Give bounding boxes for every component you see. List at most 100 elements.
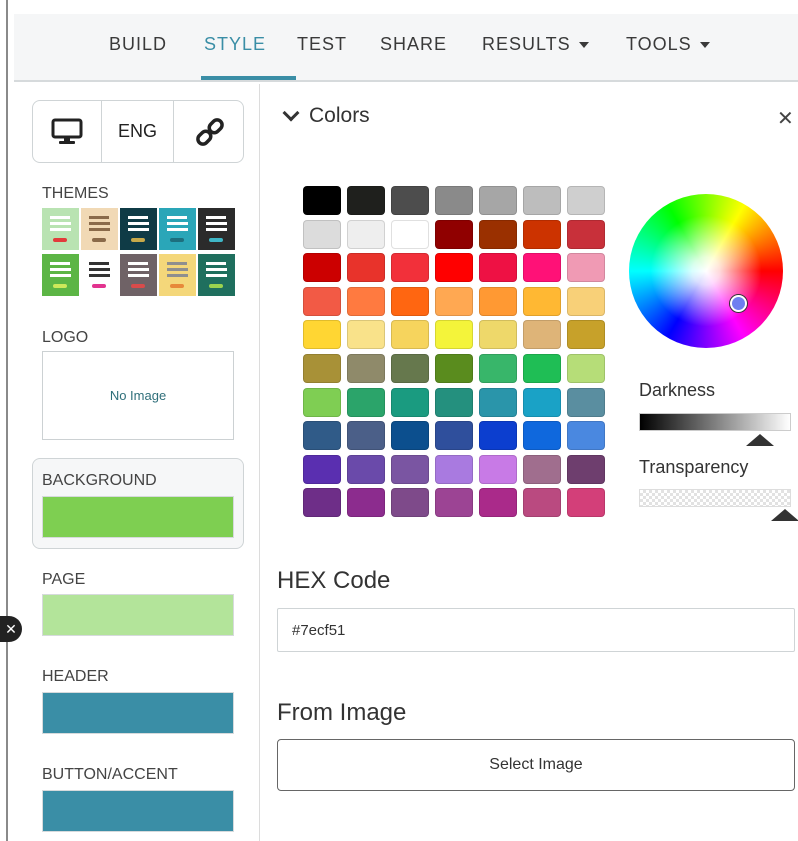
palette-swatch[interactable] <box>303 186 341 215</box>
palette-swatch[interactable] <box>303 354 341 383</box>
palette-swatch[interactable] <box>303 488 341 518</box>
palette-swatch[interactable] <box>479 387 517 417</box>
palette-swatch[interactable] <box>347 488 385 518</box>
nav-test[interactable]: TEST <box>297 34 347 55</box>
palette-swatch[interactable] <box>567 488 605 518</box>
theme-option[interactable] <box>81 254 118 296</box>
palette-swatch[interactable] <box>391 286 429 316</box>
nav-style[interactable]: STYLE <box>204 34 266 55</box>
theme-option[interactable] <box>159 208 196 250</box>
palette-swatch[interactable] <box>435 387 473 417</box>
palette-swatch[interactable] <box>391 253 429 283</box>
palette-swatch[interactable] <box>567 186 605 215</box>
header-swatch[interactable] <box>42 692 234 734</box>
language-button[interactable]: ENG <box>101 101 173 162</box>
theme-option[interactable] <box>159 254 196 296</box>
palette-swatch[interactable] <box>567 387 605 417</box>
palette-swatch[interactable] <box>479 286 517 316</box>
background-swatch[interactable] <box>42 496 234 538</box>
palette-swatch[interactable] <box>435 219 473 249</box>
palette-swatch[interactable] <box>303 421 341 451</box>
palette-swatch[interactable] <box>391 354 429 383</box>
palette-swatch[interactable] <box>479 421 517 451</box>
palette-swatch[interactable] <box>303 286 341 316</box>
palette-swatch[interactable] <box>391 454 429 484</box>
theme-option[interactable] <box>42 208 79 250</box>
palette-swatch[interactable] <box>435 454 473 484</box>
theme-option[interactable] <box>42 254 79 296</box>
nav-results[interactable]: RESULTS <box>482 34 589 55</box>
nav-tools[interactable]: TOOLS <box>626 34 710 55</box>
palette-swatch[interactable] <box>567 286 605 316</box>
palette-swatch[interactable] <box>303 253 341 283</box>
theme-option[interactable] <box>120 208 157 250</box>
transparency-slider[interactable] <box>639 489 791 507</box>
palette-swatch[interactable] <box>347 320 385 350</box>
palette-swatch[interactable] <box>479 488 517 518</box>
palette-swatch[interactable] <box>435 320 473 350</box>
palette-swatch[interactable] <box>435 354 473 383</box>
theme-option[interactable] <box>198 208 235 250</box>
palette-swatch[interactable] <box>479 320 517 350</box>
select-image-button[interactable]: Select Image <box>277 739 795 791</box>
button-accent-swatch[interactable] <box>42 790 234 832</box>
palette-swatch[interactable] <box>435 186 473 215</box>
hex-code-input[interactable] <box>277 608 795 652</box>
palette-swatch[interactable] <box>347 286 385 316</box>
palette-swatch[interactable] <box>347 186 385 215</box>
link-button[interactable] <box>173 101 243 162</box>
palette-swatch[interactable] <box>479 219 517 249</box>
palette-swatch[interactable] <box>347 219 385 249</box>
palette-swatch[interactable] <box>567 219 605 249</box>
palette-swatch[interactable] <box>523 488 561 518</box>
palette-swatch[interactable] <box>567 354 605 383</box>
palette-swatch[interactable] <box>303 219 341 249</box>
theme-option[interactable] <box>198 254 235 296</box>
palette-swatch[interactable] <box>435 286 473 316</box>
palette-swatch[interactable] <box>523 320 561 350</box>
color-wheel[interactable] <box>629 194 783 348</box>
logo-upload-area[interactable]: No Image <box>42 351 234 440</box>
palette-swatch[interactable] <box>523 354 561 383</box>
colors-section-toggle[interactable]: Colors <box>282 104 370 128</box>
palette-swatch[interactable] <box>391 421 429 451</box>
palette-swatch[interactable] <box>391 320 429 350</box>
device-preview-button[interactable] <box>33 101 101 162</box>
palette-swatch[interactable] <box>303 320 341 350</box>
palette-swatch[interactable] <box>303 387 341 417</box>
palette-swatch[interactable] <box>391 219 429 249</box>
palette-swatch[interactable] <box>347 421 385 451</box>
palette-swatch[interactable] <box>303 454 341 484</box>
palette-swatch[interactable] <box>523 253 561 283</box>
close-panel-button[interactable]: ✕ <box>777 106 794 131</box>
page-swatch[interactable] <box>42 594 234 636</box>
palette-swatch[interactable] <box>347 387 385 417</box>
palette-swatch[interactable] <box>435 253 473 283</box>
palette-swatch[interactable] <box>523 421 561 451</box>
palette-swatch[interactable] <box>523 387 561 417</box>
theme-option[interactable] <box>81 208 118 250</box>
darkness-slider-handle[interactable] <box>746 434 774 446</box>
palette-swatch[interactable] <box>479 186 517 215</box>
palette-swatch[interactable] <box>479 354 517 383</box>
palette-swatch[interactable] <box>523 286 561 316</box>
color-wheel-handle[interactable] <box>730 295 747 312</box>
palette-swatch[interactable] <box>523 454 561 484</box>
palette-swatch[interactable] <box>435 421 473 451</box>
palette-swatch[interactable] <box>479 253 517 283</box>
palette-swatch[interactable] <box>567 320 605 350</box>
palette-swatch[interactable] <box>435 488 473 518</box>
palette-swatch[interactable] <box>567 421 605 451</box>
nav-share[interactable]: SHARE <box>380 34 447 55</box>
darkness-slider[interactable] <box>639 413 791 431</box>
nav-build[interactable]: BUILD <box>109 34 167 55</box>
palette-swatch[interactable] <box>391 488 429 518</box>
transparency-slider-handle[interactable] <box>771 509 798 521</box>
theme-option[interactable] <box>120 254 157 296</box>
palette-swatch[interactable] <box>479 454 517 484</box>
palette-swatch[interactable] <box>523 186 561 215</box>
palette-swatch[interactable] <box>567 253 605 283</box>
palette-swatch[interactable] <box>567 454 605 484</box>
palette-swatch[interactable] <box>391 186 429 215</box>
palette-swatch[interactable] <box>347 454 385 484</box>
